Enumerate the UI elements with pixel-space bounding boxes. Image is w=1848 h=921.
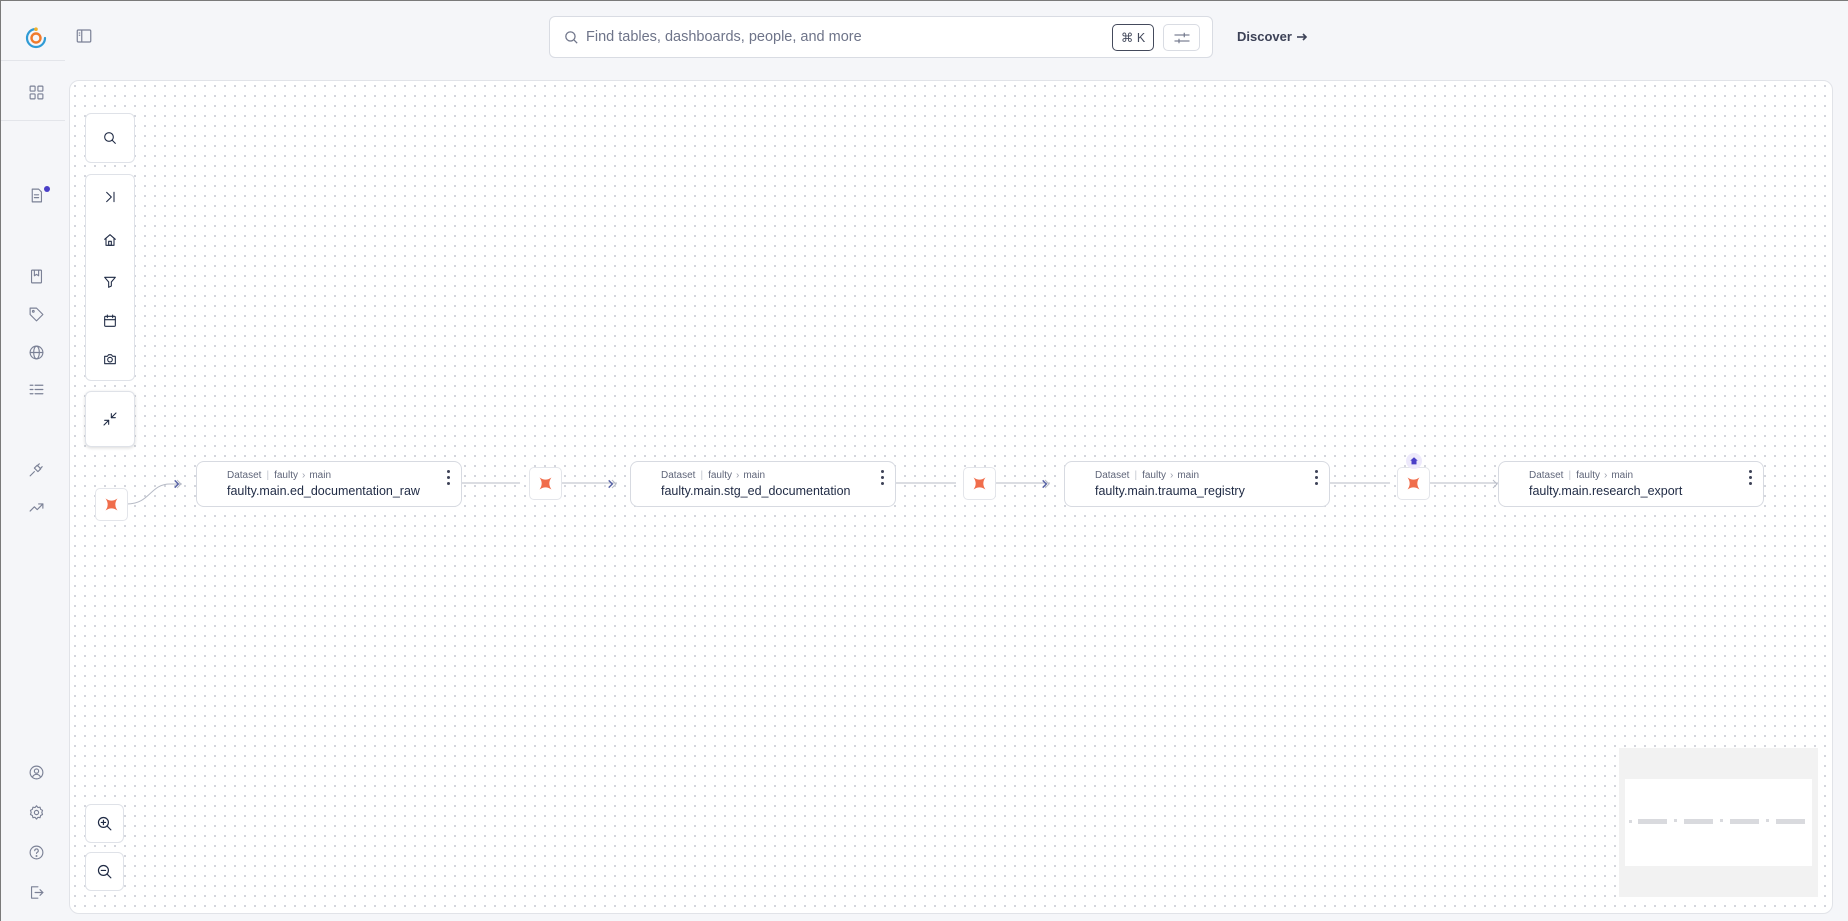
home-icon: [1410, 457, 1418, 465]
transform-icon: [105, 498, 118, 511]
list-icon[interactable]: [24, 377, 48, 401]
screenshot-button[interactable]: [86, 338, 134, 380]
compress-icon: [103, 412, 117, 426]
minimap-nodes: [1629, 819, 1805, 824]
edge-arrow: [1492, 479, 1498, 489]
compress-tool-group: [85, 391, 135, 447]
bookmark-icon[interactable]: [24, 264, 48, 288]
node-breadcrumb: Dataset | faulty › main: [227, 470, 332, 481]
home-button[interactable]: [86, 219, 134, 261]
camera-icon: [104, 354, 116, 365]
canvas-tool-group: [85, 174, 135, 381]
dataset-node[interactable]: Dataset | faulty › main faulty.main.trauma_r…: [1064, 461, 1330, 507]
more-options-icon[interactable]: [1310, 468, 1322, 486]
filter-icon: [104, 276, 116, 288]
panel-toggle-icon[interactable]: [73, 25, 95, 47]
dataset-node[interactable]: Dataset | faulty › main faulty.main.stg_ed_d…: [630, 461, 896, 507]
dataset-node[interactable]: Dataset | faulty › main faulty.main.research…: [1498, 461, 1764, 507]
more-options-icon[interactable]: [876, 468, 888, 486]
search-icon: [563, 29, 580, 46]
discover-label: Discover: [1237, 29, 1292, 44]
chevron-right-icon: [1041, 479, 1047, 489]
arrow-right-icon: [1296, 32, 1308, 41]
zoom-out-button[interactable]: [85, 852, 124, 891]
more-options-icon[interactable]: [442, 468, 454, 486]
tag-icon[interactable]: [24, 302, 48, 326]
globe-icon[interactable]: [24, 340, 48, 364]
user-icon[interactable]: [24, 760, 48, 784]
search-bar: ⌘ K: [549, 16, 1213, 58]
plug-icon[interactable]: [24, 457, 48, 481]
home-node-badge: [1406, 453, 1422, 469]
lineage-canvas[interactable]: Dataset | faulty › main faulty.main.ed_docum…: [69, 80, 1833, 914]
search-filters-button[interactable]: [1163, 24, 1200, 51]
grid-icon[interactable]: [24, 80, 48, 104]
node-breadcrumb: Dataset | faulty › main: [661, 470, 766, 481]
transformation-node[interactable]: [963, 467, 996, 500]
more-options-icon[interactable]: [1744, 468, 1756, 486]
transformation-node[interactable]: [95, 488, 128, 521]
node-title: faulty.main.stg_ed_documentation: [661, 484, 851, 498]
trending-icon[interactable]: [24, 495, 48, 519]
node-title: faulty.main.ed_documentation_raw: [227, 484, 420, 498]
expand-upstream-button[interactable]: [603, 477, 617, 491]
home-icon: [104, 234, 116, 246]
help-icon[interactable]: [24, 840, 48, 864]
transformation-node[interactable]: [529, 467, 562, 500]
chevron-right-icon: [173, 479, 179, 489]
calendar-icon: [104, 314, 116, 327]
transform-icon: [1407, 477, 1420, 490]
transformation-node[interactable]: [1397, 467, 1430, 500]
expand-upstream-button[interactable]: [169, 477, 183, 491]
zoom-in-button[interactable]: [85, 804, 124, 843]
chevron-right-icon: [607, 479, 613, 489]
filter-button[interactable]: [86, 261, 134, 303]
settings-icon[interactable]: [24, 800, 48, 824]
zoom-out-icon: [97, 864, 112, 879]
notification-dot: [44, 186, 50, 192]
calendar-button[interactable]: [86, 300, 134, 342]
search-tool-group: [85, 113, 135, 163]
zoom-in-icon: [97, 816, 112, 831]
node-breadcrumb: Dataset | faulty › main: [1529, 470, 1634, 481]
sidebar: [1, 1, 67, 921]
search-input[interactable]: [586, 25, 1146, 49]
expand-upstream-button[interactable]: [1037, 477, 1051, 491]
collapse-right-icon: [106, 191, 115, 203]
transform-icon: [973, 477, 986, 490]
collapse-right-button[interactable]: [86, 176, 134, 218]
node-title: faulty.main.trauma_registry: [1095, 484, 1245, 498]
sliders-icon: [1174, 32, 1189, 43]
canvas-search-button[interactable]: [86, 117, 134, 159]
sidebar-divider: [1, 60, 65, 61]
sidebar-divider: [1, 120, 65, 121]
transform-icon: [539, 477, 552, 490]
logout-icon[interactable]: [24, 880, 48, 904]
compress-button[interactable]: [86, 398, 134, 440]
logo-icon[interactable]: [24, 26, 48, 50]
discover-link[interactable]: Discover: [1237, 29, 1308, 44]
node-title: faulty.main.research_export: [1529, 484, 1683, 498]
search-shortcut-badge: ⌘ K: [1112, 24, 1154, 51]
node-breadcrumb: Dataset | faulty › main: [1095, 470, 1200, 481]
window-top-border: [0, 0, 1848, 1]
search-icon: [104, 132, 116, 144]
minimap[interactable]: [1619, 748, 1818, 897]
dataset-node[interactable]: Dataset | faulty › main faulty.main.ed_docum…: [196, 461, 462, 507]
